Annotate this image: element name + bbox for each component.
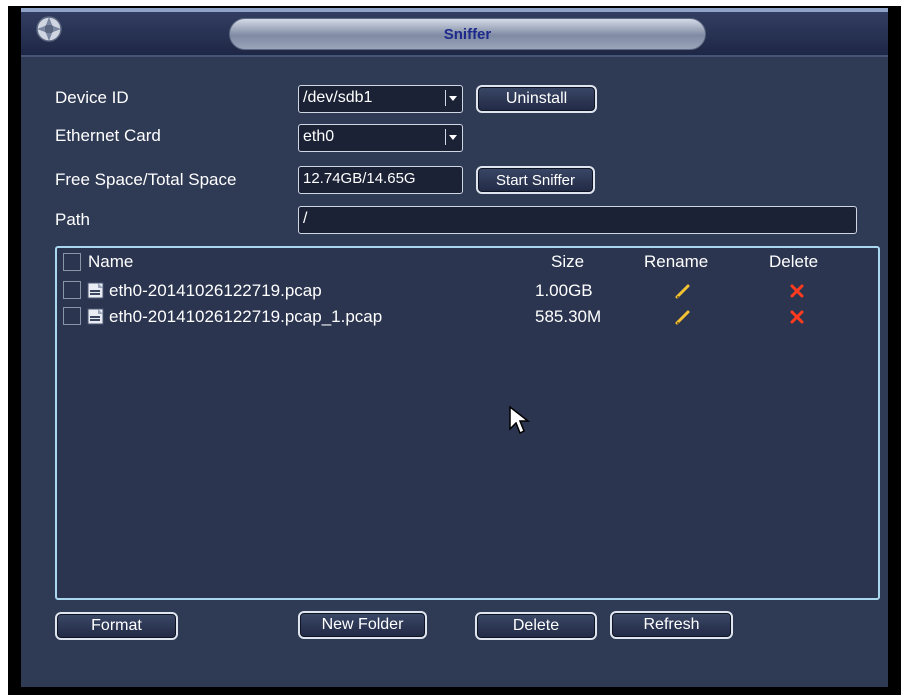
delete-button[interactable]: Delete <box>475 612 597 640</box>
device-id-label: Device ID <box>55 88 129 107</box>
path-input[interactable]: / <box>298 206 857 234</box>
row-checkbox[interactable] <box>63 307 81 325</box>
header-rename: Rename <box>644 252 709 271</box>
pencil-icon[interactable] <box>674 282 692 300</box>
row-checkbox[interactable] <box>63 281 81 299</box>
path-value: / <box>303 210 308 227</box>
title-capsule: Sniffer <box>229 18 706 50</box>
header-name[interactable]: Name <box>88 252 133 272</box>
table-row[interactable]: eth0-20141026122719.pcap 1.00GB <box>57 279 878 305</box>
pencil-icon[interactable] <box>674 308 692 326</box>
file-name: eth0-20141026122719.pcap <box>109 281 322 300</box>
camera-wheel-icon <box>36 16 62 42</box>
header-size[interactable]: Size <box>551 252 584 272</box>
format-button[interactable]: Format <box>55 612 178 640</box>
file-size: 1.00GB <box>535 281 593 300</box>
refresh-button[interactable]: Refresh <box>610 611 733 639</box>
chevron-down-icon[interactable] <box>445 90 459 106</box>
file-icon <box>87 308 104 325</box>
file-name: eth0-20141026122719.pcap_1.pcap <box>109 307 383 326</box>
header-delete: Delete <box>769 252 819 271</box>
device-id-select[interactable]: /dev/sdb1 <box>298 85 463 113</box>
space-value-box: 12.74GB/14.65G <box>298 166 463 194</box>
space-value: 12.74GB/14.65G <box>303 170 416 187</box>
file-list[interactable]: Name Size Rename Delete eth0-20141026122… <box>55 246 880 600</box>
start-sniffer-button[interactable]: Start Sniffer <box>476 166 595 194</box>
chevron-down-icon[interactable] <box>445 129 459 145</box>
window-title: Sniffer <box>443 25 492 43</box>
select-all-checkbox[interactable] <box>63 253 81 271</box>
x-icon[interactable] <box>790 310 804 324</box>
uninstall-button[interactable]: Uninstall <box>476 85 597 113</box>
title-strip <box>21 8 888 12</box>
path-label: Path <box>55 210 90 229</box>
file-icon <box>87 282 104 299</box>
list-header: Name Size Rename Delete <box>57 248 878 274</box>
ethernet-card-value: eth0 <box>303 128 335 145</box>
table-row[interactable]: eth0-20141026122719.pcap_1.pcap 585.30M <box>57 305 878 331</box>
new-folder-button[interactable]: New Folder <box>298 611 427 639</box>
space-label: Free Space/Total Space <box>55 170 237 189</box>
title-bar: Sniffer <box>21 8 888 55</box>
file-size: 585.30M <box>535 307 602 326</box>
title-separator <box>21 55 888 57</box>
mouse-pointer-icon <box>509 405 530 435</box>
ethernet-card-label: Ethernet Card <box>55 126 161 145</box>
device-id-value: /dev/sdb1 <box>303 89 373 106</box>
x-icon[interactable] <box>790 284 804 298</box>
ethernet-card-select[interactable]: eth0 <box>298 124 463 152</box>
